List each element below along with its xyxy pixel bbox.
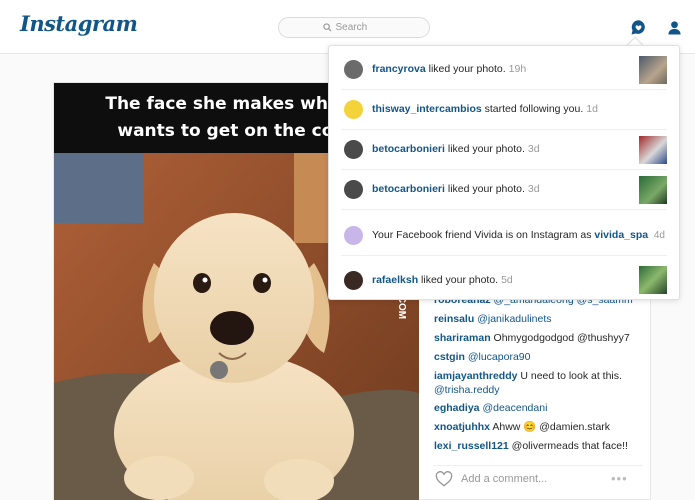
- like-heart-icon[interactable]: [433, 469, 455, 489]
- search-input[interactable]: [335, 22, 386, 33]
- comment-text: Ohmygodgodgod @thushyy7: [493, 332, 630, 344]
- avatar[interactable]: [344, 60, 363, 79]
- comment-text: Ahww 😊 @damien.stark: [492, 421, 611, 433]
- avatar[interactable]: [344, 180, 363, 199]
- notifications-panel: francyrova liked your photo. 19h thisway_…: [328, 45, 680, 300]
- comment-text: U need to look at this.: [520, 370, 622, 382]
- add-comment-row: •••: [433, 465, 643, 491]
- comment-text[interactable]: @lucapora90: [468, 351, 531, 363]
- notification-text: Your Facebook friend Vivida is on Instag…: [372, 229, 654, 242]
- photo-thumbnail[interactable]: [639, 266, 667, 294]
- comment-user[interactable]: xnoatjuhhx: [434, 421, 490, 433]
- add-comment-input[interactable]: [461, 472, 611, 485]
- comment-item: cstgin @lucapora90: [434, 350, 644, 369]
- avatar[interactable]: [344, 100, 363, 119]
- notification-action: liked your photo.: [444, 143, 525, 155]
- notification-text: betocarbonieri liked your photo. 3d: [372, 183, 639, 196]
- notification-user[interactable]: rafaelksh: [372, 274, 418, 286]
- instagram-logo[interactable]: Instagram: [20, 11, 138, 36]
- activity-icon[interactable]: [628, 17, 648, 37]
- notification-item[interactable]: betocarbonieri liked your photo. 3d: [341, 130, 667, 170]
- notification-text: thisway_intercambios started following y…: [372, 103, 667, 116]
- notification-time: 3d: [527, 183, 540, 195]
- notification-user[interactable]: betocarbonieri: [372, 183, 445, 195]
- notification-text: francyrova liked your photo. 19h: [372, 63, 639, 76]
- comment-user[interactable]: iamjayanthreddy: [434, 370, 517, 382]
- profile-icon[interactable]: [664, 17, 684, 37]
- photo-thumbnail[interactable]: [639, 175, 667, 204]
- notification-user[interactable]: francyrova: [372, 63, 426, 75]
- notification-time: 1d: [586, 103, 598, 115]
- comment-list: roboreanaz @_amandaleong @s_saamm reinsa…: [434, 293, 644, 458]
- comment-item: shariraman Ohmygodgodgod @thushyy7: [434, 331, 644, 350]
- comment-text[interactable]: @janikadulinets: [477, 313, 551, 325]
- more-options-button[interactable]: •••: [611, 471, 628, 486]
- notification-user[interactable]: vivida_spa: [594, 229, 648, 241]
- photo-thumbnail[interactable]: [639, 135, 667, 164]
- search-icon: [322, 23, 332, 32]
- comment-user[interactable]: reinsalu: [434, 313, 474, 325]
- avatar[interactable]: [344, 226, 363, 245]
- notification-item[interactable]: rafaelksh liked your photo. 5d: [341, 260, 667, 300]
- notification-action: started following you.: [481, 103, 584, 115]
- notification-text: betocarbonieri liked your photo. 3d: [372, 143, 639, 156]
- comment-item: xnoatjuhhx Ahww 😊 @damien.stark: [434, 420, 644, 439]
- comment-text: @olivermeads that face!!: [511, 440, 628, 452]
- notification-time: 3d: [527, 143, 540, 155]
- notification-item[interactable]: thisway_intercambios started following y…: [341, 90, 667, 130]
- avatar[interactable]: [344, 270, 363, 290]
- notification-item[interactable]: betocarbonieri liked your photo. 3d: [341, 170, 667, 210]
- notification-item[interactable]: francyrova liked your photo. 19h: [341, 50, 667, 90]
- photo-thumbnail[interactable]: [639, 55, 667, 84]
- avatar[interactable]: [344, 140, 363, 159]
- notification-user[interactable]: betocarbonieri: [372, 143, 445, 155]
- notification-user[interactable]: thisway_intercambios: [372, 103, 482, 115]
- comment-user[interactable]: eghadiya: [434, 402, 480, 414]
- comment-user[interactable]: shariraman: [434, 332, 491, 344]
- notification-time: 19h: [508, 63, 527, 75]
- comment-user[interactable]: cstgin: [434, 351, 465, 363]
- comment-item: reinsalu @janikadulinets: [434, 312, 644, 331]
- comment-item: eghadiya @deacendani: [434, 401, 644, 420]
- comment-item: lexi_russell121 @olivermeads that face!!: [434, 439, 644, 458]
- comment-item: iamjayanthreddy U need to look at this. …: [434, 369, 644, 401]
- notification-prefix: Your Facebook friend Vivida is on Instag…: [372, 229, 595, 241]
- notification-action: liked your photo.: [425, 63, 506, 75]
- comment-text[interactable]: @deacendani: [482, 402, 547, 414]
- comment-mention[interactable]: @trisha.reddy: [434, 384, 500, 396]
- notification-time: 4d: [653, 230, 665, 241]
- notification-text: rafaelksh liked your photo. 5d: [372, 274, 639, 287]
- notification-action: liked your photo.: [418, 273, 499, 286]
- notification-action: liked your photo.: [444, 183, 525, 195]
- notification-item[interactable]: Your Facebook friend Vivida is on Instag…: [341, 216, 667, 256]
- search-box[interactable]: [278, 17, 430, 38]
- comment-user[interactable]: lexi_russell121: [434, 440, 509, 452]
- notification-time: 5d: [501, 273, 513, 286]
